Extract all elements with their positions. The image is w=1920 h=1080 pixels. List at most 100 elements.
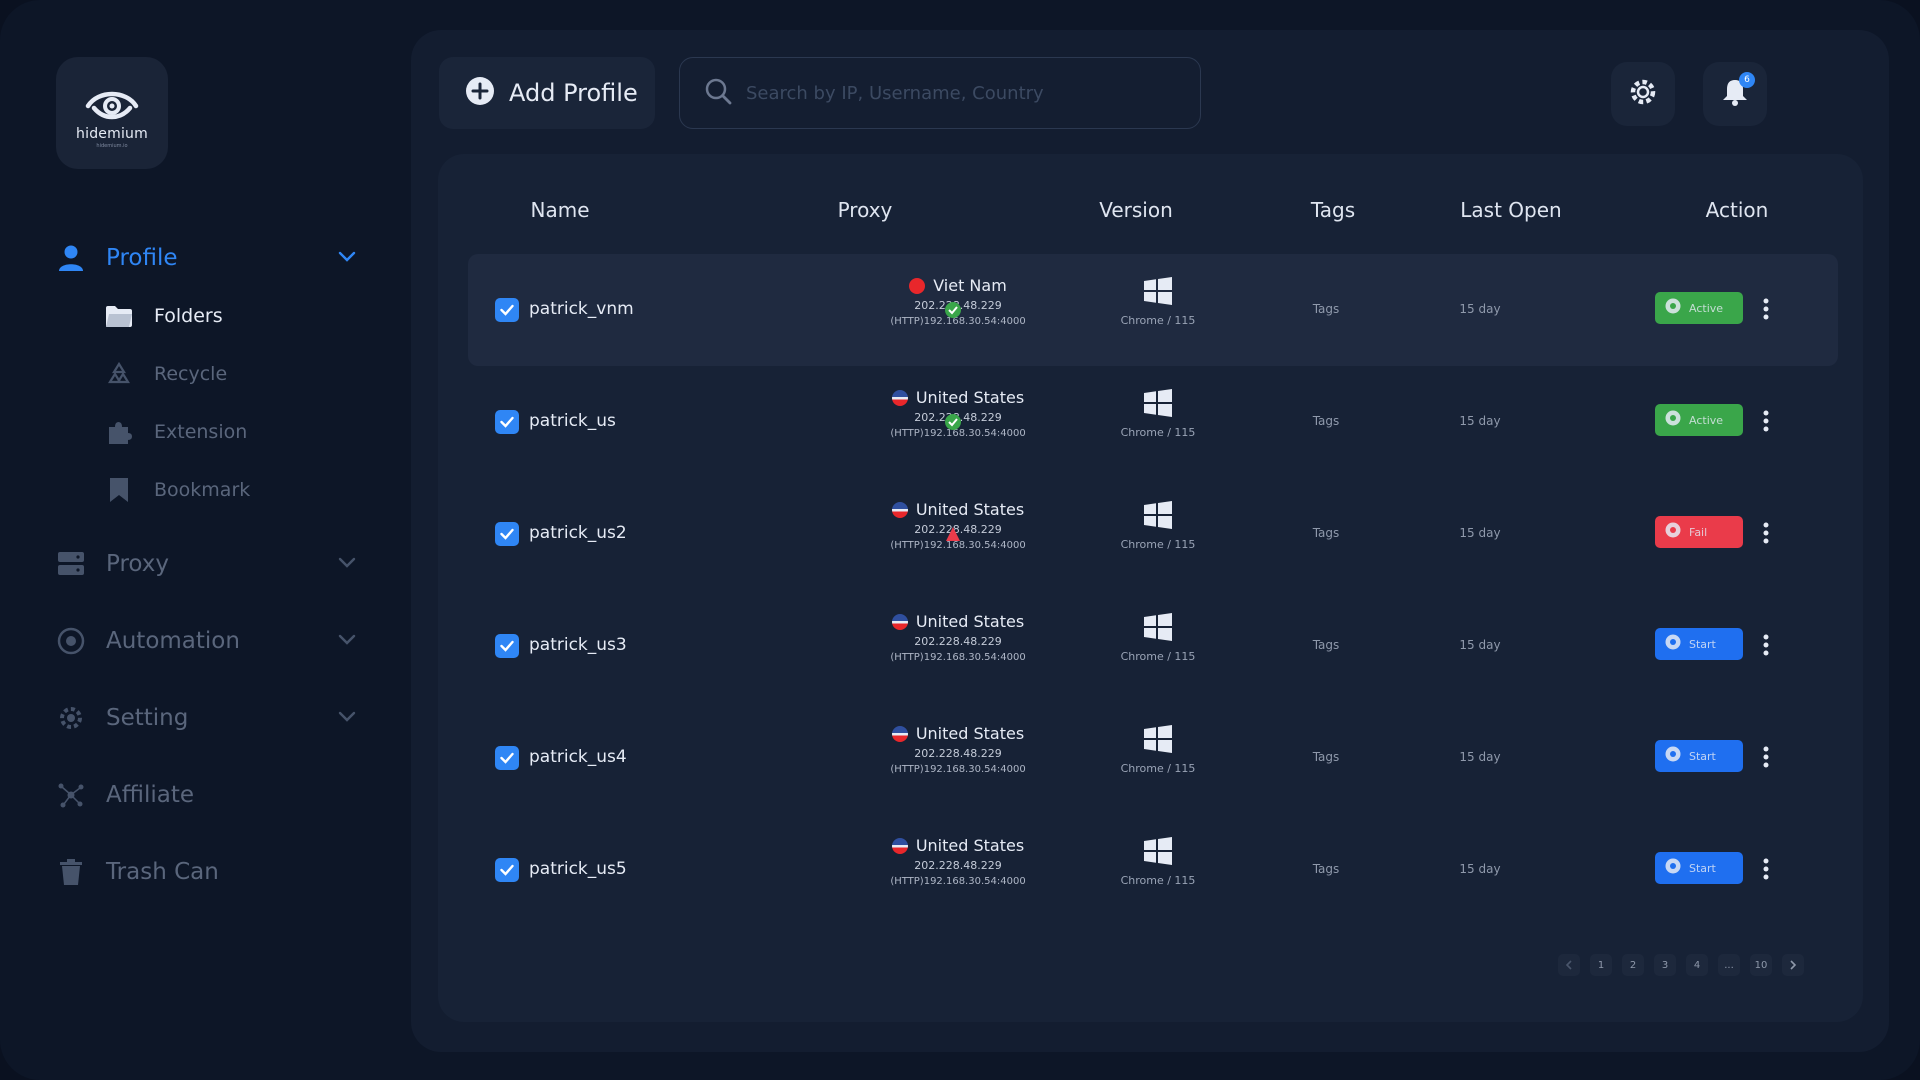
table-row[interactable]: patrick_us3 United States 202.228.48.229…: [468, 590, 1838, 702]
profile-name: patrick_us: [529, 411, 616, 431]
us-flag-icon: [891, 501, 908, 518]
more-options-icon[interactable]: [1756, 292, 1776, 326]
column-header-last-open[interactable]: Last Open: [1460, 198, 1561, 222]
profile-name: patrick_us3: [529, 635, 627, 655]
table-row[interactable]: patrick_us2 United States 202.228.48.229…: [468, 478, 1838, 590]
last-open-cell: 15 day: [1459, 302, 1501, 316]
column-header-tags[interactable]: Tags: [1311, 198, 1355, 222]
table-row[interactable]: patrick_vnm Viet Nam 202.228.48.229 (HTT…: [468, 254, 1838, 366]
sidebar-subitem-folders[interactable]: Folders: [104, 299, 344, 333]
more-options-icon[interactable]: [1756, 516, 1776, 550]
row-checkbox[interactable]: [495, 410, 519, 434]
start-button[interactable]: Start: [1655, 740, 1743, 772]
page-button[interactable]: 3: [1654, 954, 1676, 976]
prev-page-button[interactable]: [1558, 954, 1580, 976]
page-button[interactable]: 1: [1590, 954, 1612, 976]
start-button[interactable]: Start: [1655, 852, 1743, 884]
start-button[interactable]: Start: [1655, 628, 1743, 660]
sidebar-subitem-bookmark[interactable]: Bookmark: [104, 473, 344, 507]
gear-icon: [56, 703, 86, 733]
page-button[interactable]: 10: [1750, 954, 1772, 976]
add-profile-button[interactable]: Add Profile: [439, 57, 655, 129]
more-options-icon[interactable]: [1756, 852, 1776, 886]
fail-button[interactable]: Fail: [1655, 516, 1743, 548]
tags-cell: Tags: [1312, 750, 1340, 764]
notifications-button[interactable]: 6: [1703, 62, 1767, 126]
proxy-country: United States: [915, 500, 1025, 519]
search-icon: [704, 77, 732, 109]
app-logo[interactable]: hidemium hidemium.io: [56, 57, 168, 169]
action-label: Active: [1689, 301, 1724, 315]
windows-icon: [1088, 612, 1228, 642]
sidebar-item-trash-can[interactable]: Trash Can: [56, 852, 356, 892]
vietnam-flag-icon: [909, 277, 926, 294]
eye-logo-icon: [85, 91, 139, 119]
row-checkbox[interactable]: [495, 298, 519, 322]
chevron-down-icon[interactable]: [338, 631, 356, 650]
more-options-icon[interactable]: [1756, 740, 1776, 774]
more-options-icon[interactable]: [1756, 404, 1776, 438]
row-checkbox[interactable]: [495, 858, 519, 882]
proxy-ip: 202.228.48.229: [914, 747, 1002, 760]
table-row[interactable]: patrick_us4 United States 202.228.48.229…: [468, 702, 1838, 814]
search-box[interactable]: [679, 57, 1201, 129]
sidebar-item-proxy[interactable]: Proxy: [56, 544, 356, 584]
sidebar-subitem-label: Recycle: [154, 363, 228, 385]
gear-icon: [1627, 76, 1659, 112]
proxy-ip: 202.228.48.229: [914, 635, 1002, 648]
search-input[interactable]: [746, 82, 1186, 104]
row-checkbox[interactable]: [495, 746, 519, 770]
more-options-icon[interactable]: [1756, 628, 1776, 662]
page-button[interactable]: 4: [1686, 954, 1708, 976]
column-header-name[interactable]: Name: [530, 198, 589, 222]
row-checkbox[interactable]: [495, 634, 519, 658]
bookmark-icon: [104, 475, 134, 505]
server-icon: [56, 549, 86, 579]
proxy-ok-icon: [945, 302, 961, 322]
browser-version: Chrome / 115: [1120, 650, 1196, 663]
page-button[interactable]: 2: [1622, 954, 1644, 976]
profile-name: patrick_vnm: [529, 299, 634, 319]
sidebar-item-profile[interactable]: Profile: [56, 238, 356, 278]
user-icon: [56, 243, 86, 273]
table-row[interactable]: patrick_us5 United States 202.228.48.229…: [468, 814, 1838, 926]
sidebar-subitem-extension[interactable]: Extension: [104, 415, 344, 449]
folder-icon: [104, 301, 134, 331]
chevron-down-icon[interactable]: [338, 248, 356, 267]
row-checkbox[interactable]: [495, 522, 519, 546]
sidebar-item-automation[interactable]: Automation: [56, 621, 356, 661]
logo-tagline: hidemium.io: [96, 142, 128, 149]
next-page-button[interactable]: [1782, 954, 1804, 976]
profile-name: patrick_us2: [529, 523, 627, 543]
chevron-down-icon[interactable]: [338, 708, 356, 727]
table-row[interactable]: patrick_us United States 202.228.48.229 …: [468, 366, 1838, 478]
check-icon: [500, 416, 514, 428]
proxy-address: (HTTP)192.168.30.54:4000: [890, 764, 1026, 775]
last-open-cell: 15 day: [1459, 862, 1501, 876]
proxy-cell: United States 202.228.48.229 (HTTP)192.1…: [858, 612, 1058, 663]
column-header-action[interactable]: Action: [1706, 198, 1769, 222]
windows-icon: [1088, 836, 1228, 866]
notification-badge: 6: [1739, 72, 1755, 88]
us-flag-icon: [891, 613, 908, 630]
active-button[interactable]: Active: [1655, 292, 1743, 324]
sidebar-item-affiliate[interactable]: Affiliate: [56, 775, 356, 815]
column-header-proxy[interactable]: Proxy: [838, 198, 893, 222]
sidebar-subitem-recycle[interactable]: Recycle: [104, 357, 344, 391]
plus-circle-icon: [465, 76, 495, 110]
page-ellipsis: ...: [1718, 954, 1740, 976]
last-open-cell: 15 day: [1459, 750, 1501, 764]
sidebar-item-setting[interactable]: Setting: [56, 698, 356, 738]
windows-icon: [1088, 724, 1228, 754]
sidebar-item-label: Automation: [106, 628, 240, 654]
column-header-version[interactable]: Version: [1099, 198, 1173, 222]
browser-version: Chrome / 115: [1120, 538, 1196, 551]
browser-version: Chrome / 115: [1120, 426, 1196, 439]
active-button[interactable]: Active: [1655, 404, 1743, 436]
sidebar-item-label: Proxy: [106, 551, 170, 577]
proxy-address: (HTTP)192.168.30.54:4000: [890, 652, 1026, 663]
profiles-table: Name Proxy Version Tags Last Open Action…: [438, 154, 1863, 1022]
chevron-down-icon[interactable]: [338, 554, 356, 573]
proxy-ok-icon: [945, 414, 961, 434]
settings-button[interactable]: [1611, 62, 1675, 126]
